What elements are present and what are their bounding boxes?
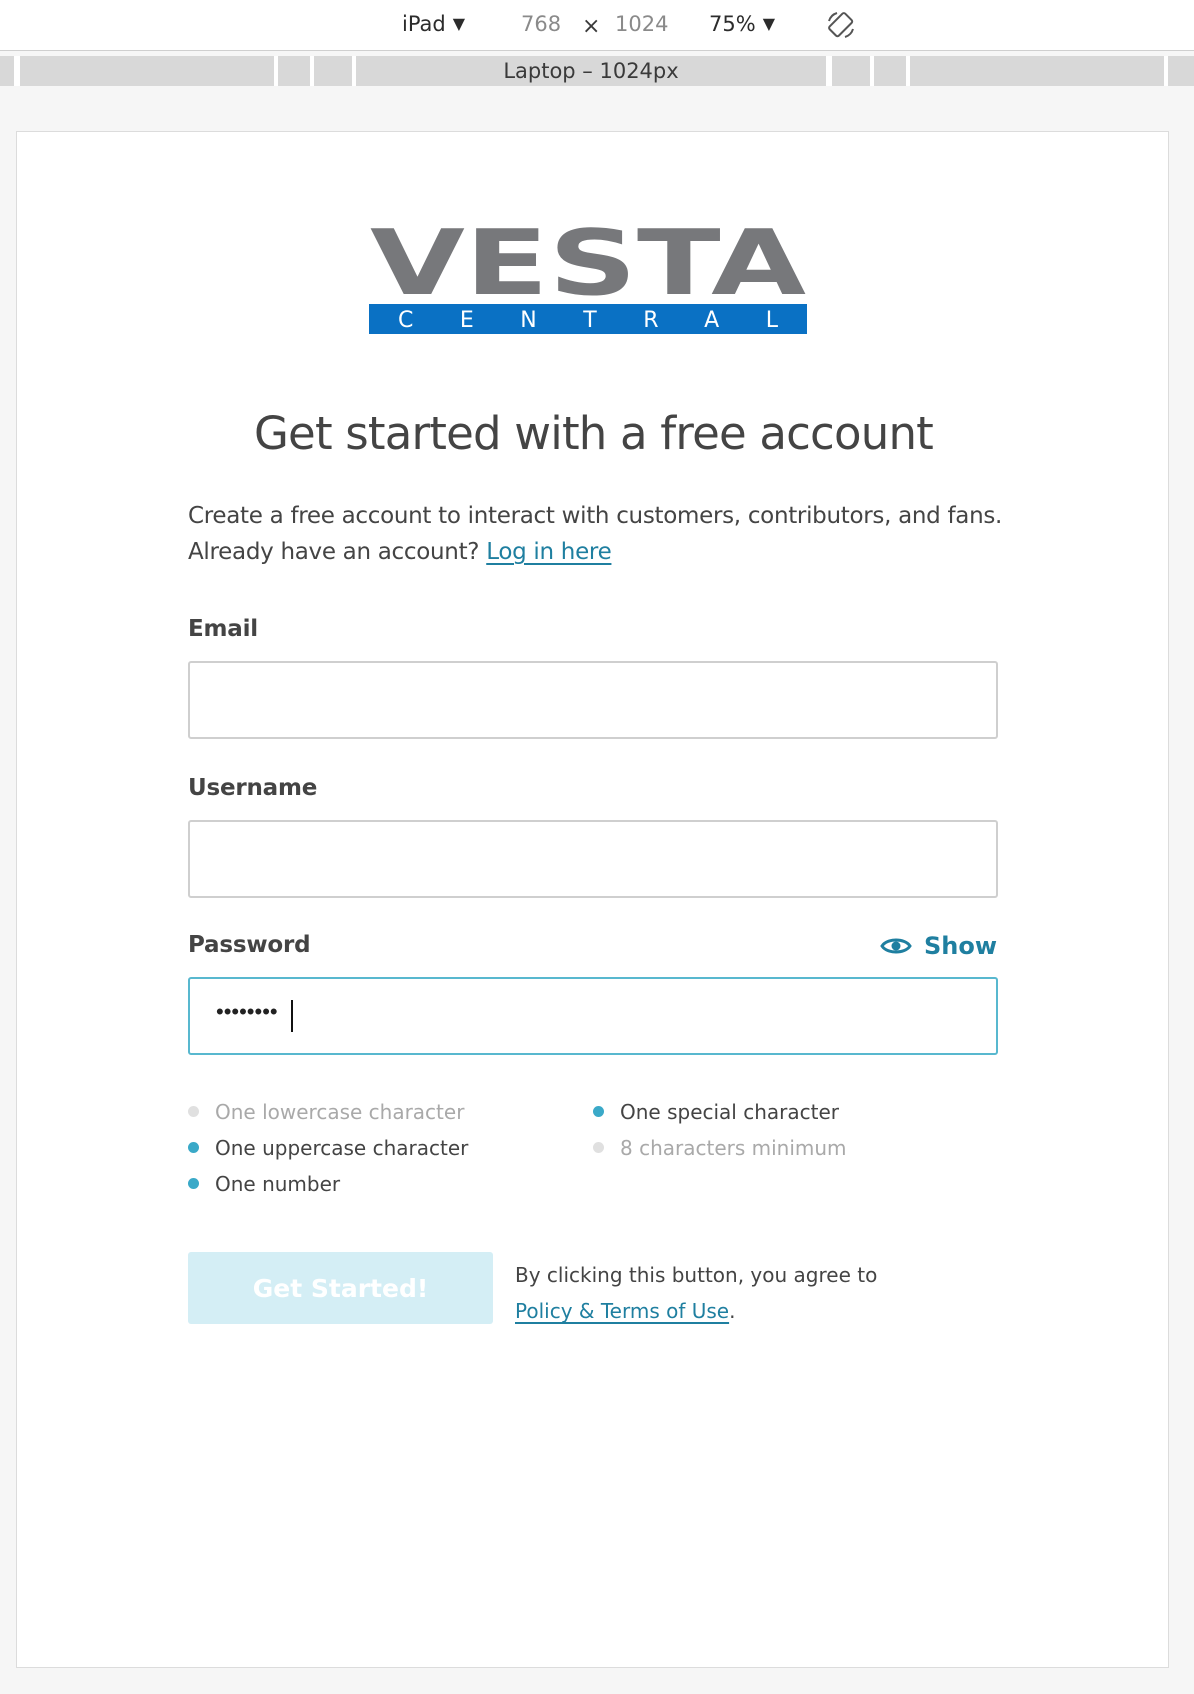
terms-period: . <box>729 1299 736 1323</box>
empty-dot-icon <box>593 1142 604 1153</box>
requirement-item: One special character <box>593 1100 839 1124</box>
ruler-segment[interactable] <box>20 56 274 86</box>
requirement-label: 8 characters minimum <box>620 1136 847 1160</box>
viewport-width[interactable]: 768 <box>521 11 561 37</box>
requirement-item: 8 characters minimum <box>593 1136 847 1160</box>
ruler-segment[interactable] <box>910 56 1164 86</box>
svg-text:VESTA: VESTA <box>370 226 806 316</box>
text-caret <box>291 1000 293 1032</box>
check-dot-icon <box>188 1142 199 1153</box>
policy-terms-link[interactable]: Policy & Terms of Use <box>515 1299 729 1323</box>
terms-text: By clicking this button, you agree to <box>515 1263 878 1287</box>
show-label: Show <box>923 932 997 960</box>
ruler-segment[interactable] <box>278 56 310 86</box>
viewport-height[interactable]: 1024 <box>615 11 668 37</box>
requirement-label: One special character <box>620 1100 839 1124</box>
rotate-icon[interactable] <box>826 10 856 40</box>
ruler-label: Laptop – 1024px <box>503 59 679 83</box>
requirement-label: One uppercase character <box>215 1136 469 1160</box>
zoom-select[interactable]: 75% ▼ <box>709 11 775 37</box>
caret-down-icon: ▼ <box>762 14 775 33</box>
email-label: Email <box>188 616 258 642</box>
show-password-toggle[interactable]: Show <box>880 931 997 961</box>
password-input[interactable]: •••••••• <box>188 977 998 1055</box>
intro-question: Already have an account? <box>188 539 480 565</box>
requirement-label: One number <box>215 1172 341 1196</box>
empty-dot-icon <box>188 1106 199 1117</box>
password-label: Password <box>188 932 311 958</box>
media-query-ruler: Laptop – 1024px <box>0 56 1194 86</box>
check-dot-icon <box>188 1178 199 1189</box>
page-title: Get started with a free account <box>253 407 934 460</box>
ruler-segment[interactable] <box>0 56 14 86</box>
terms-notice: By clicking this button, you agree to Po… <box>515 1257 915 1329</box>
ruler-segment[interactable] <box>874 56 906 86</box>
vesta-central-logo: VESTA CENTRAL <box>369 226 807 334</box>
email-input[interactable] <box>188 661 998 739</box>
device-select-label: iPad <box>402 12 446 36</box>
requirement-item: One number <box>188 1172 340 1196</box>
intro-line-1: Create a free account to interact with c… <box>188 503 1003 529</box>
eye-icon <box>880 938 912 954</box>
ruler-segment[interactable] <box>314 56 352 86</box>
username-input[interactable] <box>188 820 998 898</box>
requirement-item: One lowercase character <box>188 1100 464 1124</box>
caret-down-icon: ▼ <box>452 14 466 33</box>
password-masked-value: •••••••• <box>216 999 278 1024</box>
ruler-segment[interactable] <box>1168 56 1194 86</box>
zoom-select-label: 75% <box>709 12 756 36</box>
requirement-label: One lowercase character <box>215 1100 465 1124</box>
check-dot-icon <box>593 1106 604 1117</box>
requirement-item: One uppercase character <box>188 1136 468 1160</box>
intro-text: Create a free account to interact with c… <box>188 498 1008 570</box>
get-started-button[interactable]: Get Started! <box>188 1252 493 1324</box>
username-label: Username <box>188 775 318 801</box>
terms-line-2: Policy & Terms of Use. <box>515 1293 915 1329</box>
intro-line-2: Already have an account? Log in here <box>188 534 1008 570</box>
device-toolbar: iPad ▼ 768 × 1024 75% ▼ <box>0 0 1194 51</box>
ruler-segment[interactable] <box>832 56 870 86</box>
page-card: VESTA CENTRAL Get started with a free ac… <box>16 131 1169 1668</box>
dimension-times: × <box>582 14 601 39</box>
device-select[interactable]: iPad ▼ <box>402 11 465 37</box>
login-link[interactable]: Log in here <box>486 539 612 565</box>
